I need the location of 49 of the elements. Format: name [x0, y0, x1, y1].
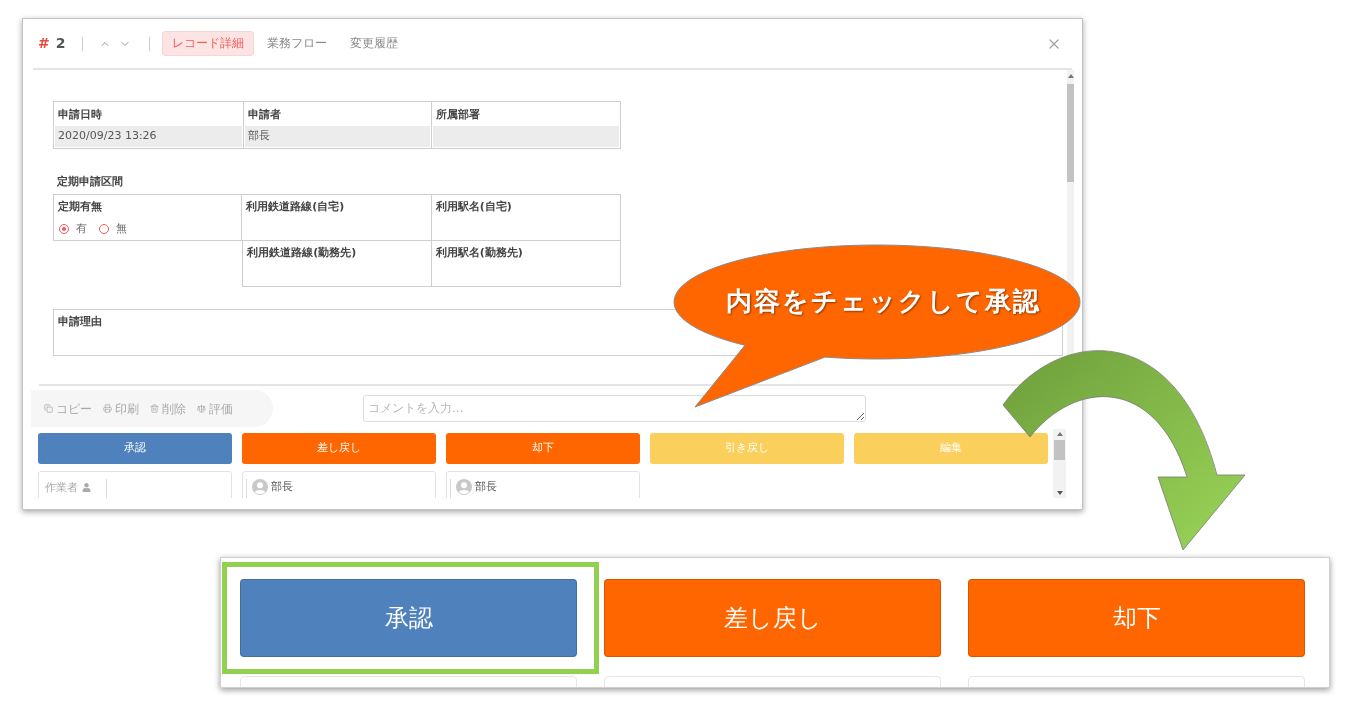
- action-button[interactable]: 却下: [968, 579, 1305, 657]
- field-label: 申請理由: [57, 314, 103, 329]
- scrollbar[interactable]: [1053, 429, 1066, 498]
- field-label: 利用鉄道路線(勤務先): [246, 245, 358, 260]
- tab[interactable]: レコード詳細: [162, 31, 255, 56]
- action-button[interactable]: 承認: [38, 433, 232, 464]
- trash-icon: [150, 404, 159, 413]
- field-label: 利用鉄道路線(自宅): [245, 199, 346, 214]
- toolbar-button[interactable]: 評価: [197, 399, 233, 418]
- scroll-down-arrow-icon[interactable]: [1056, 491, 1063, 495]
- field-label: 申請者: [246, 107, 282, 123]
- user-name: 部長: [475, 479, 497, 495]
- toolbar-button[interactable]: 削除: [150, 399, 186, 418]
- comment-field[interactable]: コメントを入力...: [363, 395, 866, 422]
- scroll-up-arrow-icon[interactable]: [1056, 432, 1063, 436]
- toolbar-button[interactable]: 印刷: [103, 399, 139, 418]
- printer-icon: [103, 404, 112, 413]
- user-avatar-icon: [456, 479, 472, 495]
- value-field: 部長: [244, 126, 431, 147]
- field-label: 利用駅名(自宅): [434, 199, 513, 214]
- action-button[interactable]: 引き戻し: [650, 433, 844, 464]
- value-field: 2020/09/23 13:26: [55, 126, 242, 147]
- callout-text: 内容をチェックして承認: [726, 285, 1041, 318]
- person-icon: [82, 483, 91, 492]
- action-button[interactable]: 差し戻し: [604, 579, 941, 657]
- field-label: 定期有無: [57, 199, 103, 214]
- action-button[interactable]: 承認: [240, 579, 577, 657]
- worker-label: 作業者: [45, 481, 78, 495]
- scale-icon: [197, 404, 206, 413]
- user-name: 部長: [271, 479, 293, 495]
- scrollbar-thumb[interactable]: [1054, 440, 1065, 460]
- scroll-up-arrow-icon[interactable]: [1067, 74, 1074, 78]
- field-label: 申請日時: [57, 107, 103, 123]
- scrollbar-thumb[interactable]: [1067, 84, 1074, 182]
- action-button[interactable]: 却下: [446, 433, 640, 464]
- field-label: 利用駅名(勤務先): [434, 245, 524, 260]
- action-button[interactable]: 差し戻し: [242, 433, 436, 464]
- section-title: 定期申請区間: [56, 175, 124, 189]
- field-label: 所属部署: [435, 107, 482, 123]
- copy-icon: [44, 404, 53, 413]
- toolbar-button[interactable]: コピー: [44, 399, 92, 418]
- tab[interactable]: 変更履歴: [340, 31, 409, 56]
- user-avatar-icon: [252, 479, 268, 495]
- record-number: 2: [55, 34, 66, 53]
- tab[interactable]: 業務フロー: [257, 31, 338, 56]
- hash-mark: #: [38, 34, 50, 53]
- action-button[interactable]: 編集: [854, 433, 1048, 464]
- radio-option[interactable]: 有: [59, 221, 87, 238]
- radio-option[interactable]: 無: [99, 221, 127, 238]
